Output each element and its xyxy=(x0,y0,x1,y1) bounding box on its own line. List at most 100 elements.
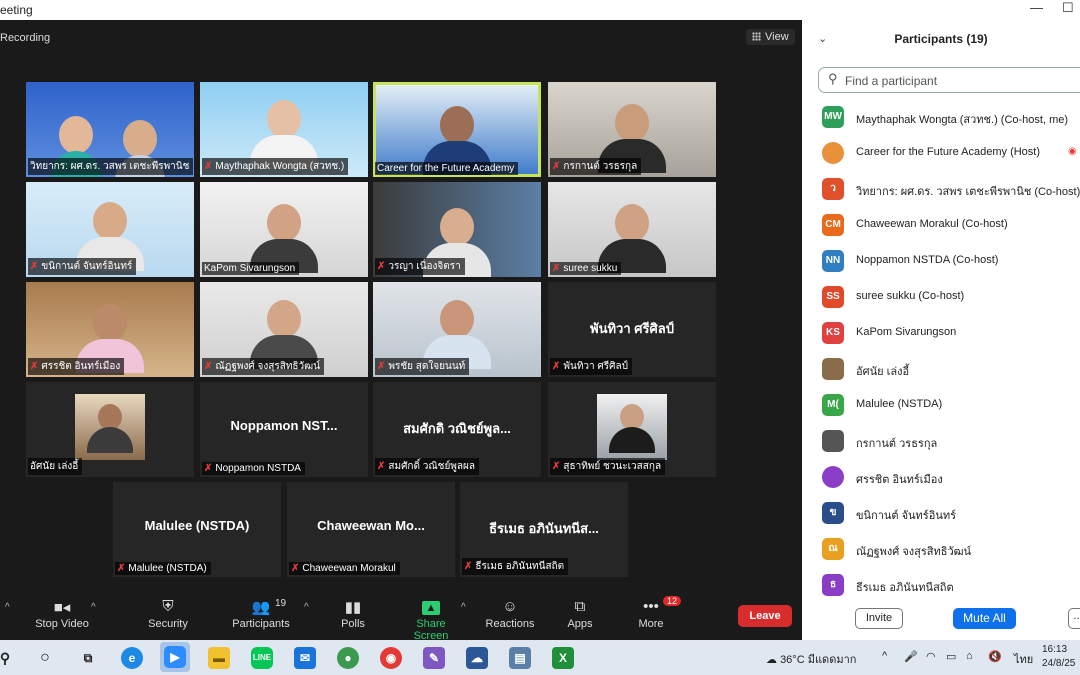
tile-name-text: วิทยากร: ผศ.ดร. วสพร เตชะพีรพานิช xyxy=(30,161,190,172)
tile-name-label: ✗ ณัฏฐพงศ์ จงสุรสิทธิวัฒน์ xyxy=(202,358,324,375)
video-tile[interactable]: ธีรเมธ อภินันทนีส... ✗ ธีรเมธ อภินันทนีสถ… xyxy=(460,482,628,577)
video-tile[interactable]: พันทิวา ศรีศิลป์ ✗ พันทิวา ศรีศิลป์ xyxy=(548,282,716,377)
search-icon: ⚲ xyxy=(828,71,838,86)
participant-row[interactable]: SS suree sukku (Co-host) xyxy=(822,284,1080,310)
tile-name-text: Noppamon NSTDA xyxy=(215,463,301,474)
line-app-icon[interactable]: LINE xyxy=(251,647,273,669)
participant-row[interactable]: ธ ธีรเมธ อภินันทนีสถิต xyxy=(822,572,1080,598)
participant-row[interactable]: KS KaPom Sivarungson xyxy=(822,320,1080,346)
file-explorer-icon[interactable]: ▬ xyxy=(208,647,230,669)
video-gallery: Recording View วิทยากร: ผศ.ดร. วสพร เตชะ… xyxy=(0,20,802,592)
zoom-app-icon[interactable]: ▶ xyxy=(160,642,190,672)
volume-muted-icon[interactable]: 🔇 xyxy=(988,650,1002,663)
video-tile-active-speaker[interactable]: Career for the Future Academy xyxy=(373,82,541,177)
video-tile[interactable]: อัศนัย เล่งอี้ xyxy=(26,382,194,477)
participant-row[interactable]: อัศนัย เล่งอี้ xyxy=(822,356,1080,382)
video-tile[interactable]: ✗ กรกานต์ วรธรกุล xyxy=(548,82,716,177)
security-button[interactable]: ⛨ Security xyxy=(146,598,190,630)
participant-row[interactable]: MW Maythaphak Wongta (สวทช.) (Co-host, me… xyxy=(822,104,1080,130)
video-tile[interactable]: ✗ ศรรชิต อินทร์เมือง xyxy=(26,282,194,377)
mic-muted-icon: ✗ xyxy=(552,161,561,172)
maximize-button[interactable]: ☐ xyxy=(1062,0,1074,16)
battery-icon[interactable]: ▭ xyxy=(946,650,956,663)
share-options-caret[interactable]: ^ xyxy=(461,602,466,613)
stop-video-button[interactable]: ■◂ Stop Video xyxy=(34,598,90,630)
participant-avatar: CM xyxy=(822,214,844,236)
clock-time: 16:13 xyxy=(1042,644,1068,655)
video-tile[interactable]: ✗ suree sukku xyxy=(548,182,716,277)
recording-dot-icon: ◉ xyxy=(1068,146,1077,157)
edge-browser-icon[interactable]: e xyxy=(121,647,143,669)
mute-all-button[interactable]: Mute All xyxy=(953,608,1016,629)
show-hidden-icons-chevron[interactable]: ^ xyxy=(882,650,887,662)
video-tile[interactable]: KaPom Sivarungson xyxy=(200,182,368,277)
video-tile[interactable]: Chaweewan Mo... ✗ Chaweewan Morakul xyxy=(287,482,455,577)
participant-row[interactable]: ณ ณัฏฐพงศ์ จงสุรสิทธิวัฒน์ xyxy=(822,536,1080,562)
participant-row[interactable]: กรกานต์ วรธรกุล xyxy=(822,428,1080,454)
participants-options-caret[interactable]: ^ xyxy=(304,602,309,613)
tile-name-label: ✗ Chaweewan Morakul xyxy=(289,562,400,575)
more-label: More xyxy=(638,618,664,630)
mic-muted-icon: ✗ xyxy=(204,161,213,172)
system-clock[interactable]: 16:13 24/8/25 xyxy=(1042,643,1075,671)
more-options-button[interactable]: ... xyxy=(1068,608,1080,629)
mic-muted-icon: ✗ xyxy=(30,361,39,372)
participant-search-input[interactable]: ⚲ Find a participant xyxy=(818,67,1080,93)
video-options-caret[interactable]: ^ xyxy=(91,602,96,613)
cloud-icon: ☁ xyxy=(766,654,777,666)
participant-row[interactable]: M(Malulee (NSTDA) xyxy=(822,392,1080,418)
mic-muted-icon: ✗ xyxy=(377,461,386,472)
chat-app-icon[interactable]: ☁ xyxy=(466,647,488,669)
video-tile[interactable]: ✗ ขนิกานต์ จันทร์อินทร์ xyxy=(26,182,194,277)
participant-row[interactable]: Career for the Future Academy (Host) ◉ xyxy=(822,140,1080,166)
mail-icon[interactable]: ✉ xyxy=(294,647,316,669)
windows-taskbar: ⚲ ○ ⧉ e ▶ ▬ LINE ✉ ● ◉ ✎ ☁ ▤ X ☁ 36°C มี… xyxy=(0,640,1080,675)
leave-button[interactable]: Leave xyxy=(738,605,792,627)
reactions-button[interactable]: ☺ Reactions xyxy=(485,598,535,630)
participant-row[interactable]: CM Chaweewan Morakul (Co-host) xyxy=(822,212,1080,238)
tile-name-label: ✗ suree sukku xyxy=(550,262,622,275)
video-tile[interactable]: สมศักดิ วณิชย์พูล... ✗ สมศักดิ์ วณิชย์พูล… xyxy=(373,382,541,477)
cortana-icon[interactable]: ○ xyxy=(34,647,56,669)
participants-button[interactable]: 👥 19 Participants xyxy=(232,598,290,630)
tile-name-text: สุธาทิพย์ ชวนะเวสสกุล xyxy=(563,461,662,472)
participant-name: Maythaphak Wongta (สวทช.) (Co-host, me) xyxy=(856,114,1069,126)
share-screen-button[interactable]: ▲ Share Screen xyxy=(398,598,464,642)
participant-row[interactable]: NN Noppamon NSTDA (Co-host) xyxy=(822,248,1080,274)
video-tile[interactable]: Malulee (NSTDA) ✗ Malulee (NSTDA) xyxy=(113,482,281,577)
video-tile[interactable]: ✗ สุธาทิพย์ ชวนะเวสสกุล xyxy=(548,382,716,477)
share-screen-label: Share Screen xyxy=(413,618,449,642)
video-tile[interactable]: ✗ พรชัย สุดใจยนนท์ xyxy=(373,282,541,377)
video-tile[interactable]: ✗ Maythaphak Wongta (สวทช.) xyxy=(200,82,368,177)
tile-name-label: ✗ Maythaphak Wongta (สวทช.) xyxy=(202,158,349,175)
audio-options-caret[interactable]: ^ xyxy=(5,602,10,613)
video-tile[interactable]: วิทยากร: ผศ.ดร. วสพร เตชะพีรพานิช xyxy=(26,82,194,177)
apps-button[interactable]: ⧉ Apps xyxy=(563,598,597,630)
view-button[interactable]: View xyxy=(746,29,795,45)
video-tile[interactable]: ✗ ณัฏฐพงศ์ จงสุรสิทธิวัฒน์ xyxy=(200,282,368,377)
microphone-icon[interactable]: 🎤 xyxy=(904,650,918,663)
invite-button[interactable]: Invite xyxy=(855,608,903,629)
tile-name-text: พรชัย สุดใจยนนท์ xyxy=(388,361,466,372)
wifi-icon[interactable]: ◠ xyxy=(926,650,936,663)
search-icon[interactable]: ⚲ xyxy=(0,647,16,669)
video-tile[interactable]: Noppamon NST... ✗ Noppamon NSTDA xyxy=(200,382,368,477)
participant-row[interactable]: ว วิทยากร: ผศ.ดร. วสพร เตชะพีรพานิช (Co-h… xyxy=(822,176,1080,202)
minimize-button[interactable]: — xyxy=(1030,0,1043,15)
participant-avatar: ธ xyxy=(822,574,844,596)
paint-icon[interactable]: ✎ xyxy=(423,647,445,669)
excel-icon[interactable]: X xyxy=(552,647,574,669)
video-tile[interactable]: ✗ วรญา เนื่องจิตรา xyxy=(373,182,541,277)
weather-widget[interactable]: ☁ 36°C มีแดดมาก xyxy=(766,650,856,668)
network-icon[interactable]: ⌂ xyxy=(966,650,973,662)
maps-icon[interactable]: ● xyxy=(337,647,359,669)
task-view-icon[interactable]: ⧉ xyxy=(77,647,99,669)
notes-app-icon[interactable]: ▤ xyxy=(509,647,531,669)
tile-name-label: ✗ กรกานต์ วรธรกุล xyxy=(550,158,642,175)
polls-button[interactable]: ▮▮ Polls xyxy=(334,598,372,630)
participant-row[interactable]: ศรรชิต อินทร์เมือง xyxy=(822,464,1080,490)
participant-row[interactable]: ข ขนิกานต์ จันทร์อินทร์ xyxy=(822,500,1080,526)
language-indicator[interactable]: ไทย xyxy=(1014,650,1033,668)
participant-avatar: ว xyxy=(822,178,844,200)
chrome-icon[interactable]: ◉ xyxy=(380,647,402,669)
